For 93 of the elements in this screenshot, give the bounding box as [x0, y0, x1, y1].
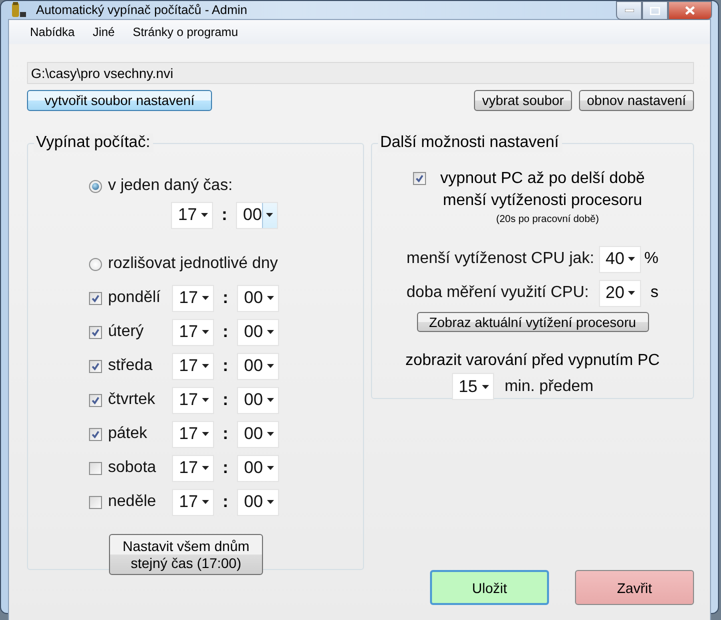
- dropdown[interactable]: 17: [172, 284, 214, 312]
- checkbox[interactable]: [89, 496, 102, 508]
- minimize-icon: [624, 9, 634, 12]
- caret-icon: [266, 296, 274, 300]
- dropdown[interactable]: 17: [172, 386, 214, 414]
- caret-icon: [266, 466, 274, 470]
- file-button[interactable]: obnov nastavení: [578, 90, 694, 111]
- file-button[interactable]: vytvořit soubor nastavení: [27, 90, 212, 111]
- dropdown[interactable]: 17: [172, 454, 214, 482]
- dropdown[interactable]: 00: [237, 488, 279, 516]
- checkbox[interactable]: [89, 326, 102, 338]
- caret-icon: [202, 364, 209, 368]
- unit-label: %: [643, 250, 659, 268]
- time-separator: :: [222, 424, 230, 444]
- checkbox[interactable]: [89, 428, 102, 440]
- dropdown[interactable]: 20: [598, 280, 641, 306]
- caret-icon: [266, 500, 274, 504]
- caret-icon: [266, 364, 274, 368]
- dropdown[interactable]: 00: [237, 454, 279, 482]
- checkbox[interactable]: [89, 394, 102, 406]
- unit-label: s: [650, 284, 659, 302]
- menu-item[interactable]: Nabídka: [21, 25, 84, 39]
- note-text: (20s po pracovní době): [496, 214, 599, 225]
- dropdown[interactable]: 00: [236, 202, 278, 228]
- day-label: neděle: [108, 493, 158, 511]
- caret-icon: [202, 330, 209, 334]
- caret-icon: [202, 466, 209, 470]
- radio-label: rozlišovat jednotlivé dny: [108, 255, 278, 273]
- dropdown[interactable]: 15: [452, 373, 494, 400]
- maximize-button[interactable]: [642, 1, 668, 20]
- save-button[interactable]: Uložit: [430, 570, 549, 605]
- caret-icon: [628, 291, 636, 295]
- app-icon: [10, 1, 28, 19]
- caret-icon: [200, 213, 208, 217]
- day-label: čtvrtek: [108, 391, 156, 409]
- checkbox[interactable]: [89, 360, 102, 372]
- caret-icon: [202, 500, 209, 504]
- time-separator: :: [222, 356, 230, 376]
- dropdown[interactable]: 00: [237, 284, 279, 312]
- caret-icon: [266, 213, 274, 217]
- dropdown[interactable]: 17: [172, 488, 214, 516]
- dropdown[interactable]: 17: [171, 202, 213, 228]
- file-button[interactable]: vybrat soubor: [474, 90, 572, 111]
- caret-icon: [266, 432, 274, 436]
- dropdown[interactable]: 00: [237, 318, 279, 346]
- caret-icon: [482, 384, 489, 388]
- dropdown[interactable]: 17: [172, 420, 214, 448]
- caret-icon: [202, 296, 209, 300]
- dropdown[interactable]: 00: [237, 386, 279, 414]
- dropdown[interactable]: 00: [237, 352, 279, 380]
- caret-icon: [266, 398, 274, 402]
- dropdown[interactable]: 40: [598, 246, 641, 272]
- caret-icon: [202, 432, 209, 436]
- day-label: úterý: [108, 323, 145, 341]
- checkbox[interactable]: [412, 172, 426, 185]
- checkbox-label: vypnout PC až po delší době menší vytíženosti procesoru: [439, 169, 646, 211]
- radio-button[interactable]: [89, 180, 102, 192]
- caret-icon: [202, 398, 209, 402]
- window-title: Automatický vypínač počítačů - Admin: [36, 3, 248, 17]
- file-path-field[interactable]: G:\casy\pro vsechny.nvi: [27, 62, 694, 84]
- dropdown[interactable]: 00: [237, 420, 279, 448]
- dropdown[interactable]: 17: [172, 352, 214, 380]
- time-separator: :: [222, 288, 230, 308]
- time-separator: :: [222, 492, 230, 512]
- time-separator: :: [222, 322, 230, 342]
- option-label: menší vytíženost CPU jak:: [406, 250, 596, 268]
- radio-button[interactable]: [89, 258, 102, 270]
- show-cpu-button[interactable]: Zobraz aktuální vytížení procesoru: [416, 312, 649, 332]
- close-button[interactable]: [668, 1, 712, 20]
- maximize-icon: [650, 6, 660, 14]
- minimize-button[interactable]: [616, 1, 642, 20]
- close-button[interactable]: Zavřit: [575, 570, 694, 605]
- apply-all-button[interactable]: Nastavit všem dnům stejný čas (17:00): [109, 534, 263, 575]
- day-label: středa: [108, 357, 154, 375]
- option-label: zobrazit varování před vypnutím PC: [405, 352, 660, 370]
- close-icon: [685, 6, 695, 15]
- dropdown[interactable]: 17: [172, 318, 214, 346]
- time-separator: :: [220, 205, 228, 225]
- menu-item[interactable]: Jiné: [84, 25, 124, 39]
- time-separator: :: [222, 458, 230, 478]
- caret-icon: [266, 330, 274, 334]
- day-label: pondělí: [108, 289, 162, 307]
- day-label: pátek: [108, 425, 148, 443]
- unit-label: min. předem: [504, 378, 594, 396]
- day-label: sobota: [108, 459, 158, 477]
- radio-label: v jeden daný čas:: [108, 177, 233, 195]
- checkbox[interactable]: [89, 462, 102, 474]
- caret-icon: [628, 257, 636, 261]
- group-title: Vypínat počítač:: [34, 134, 154, 152]
- menu-item[interactable]: Stránky o programu: [124, 25, 248, 39]
- checkbox[interactable]: [89, 292, 102, 304]
- time-separator: :: [222, 390, 230, 410]
- option-label: doba měření využití CPU:: [406, 284, 590, 302]
